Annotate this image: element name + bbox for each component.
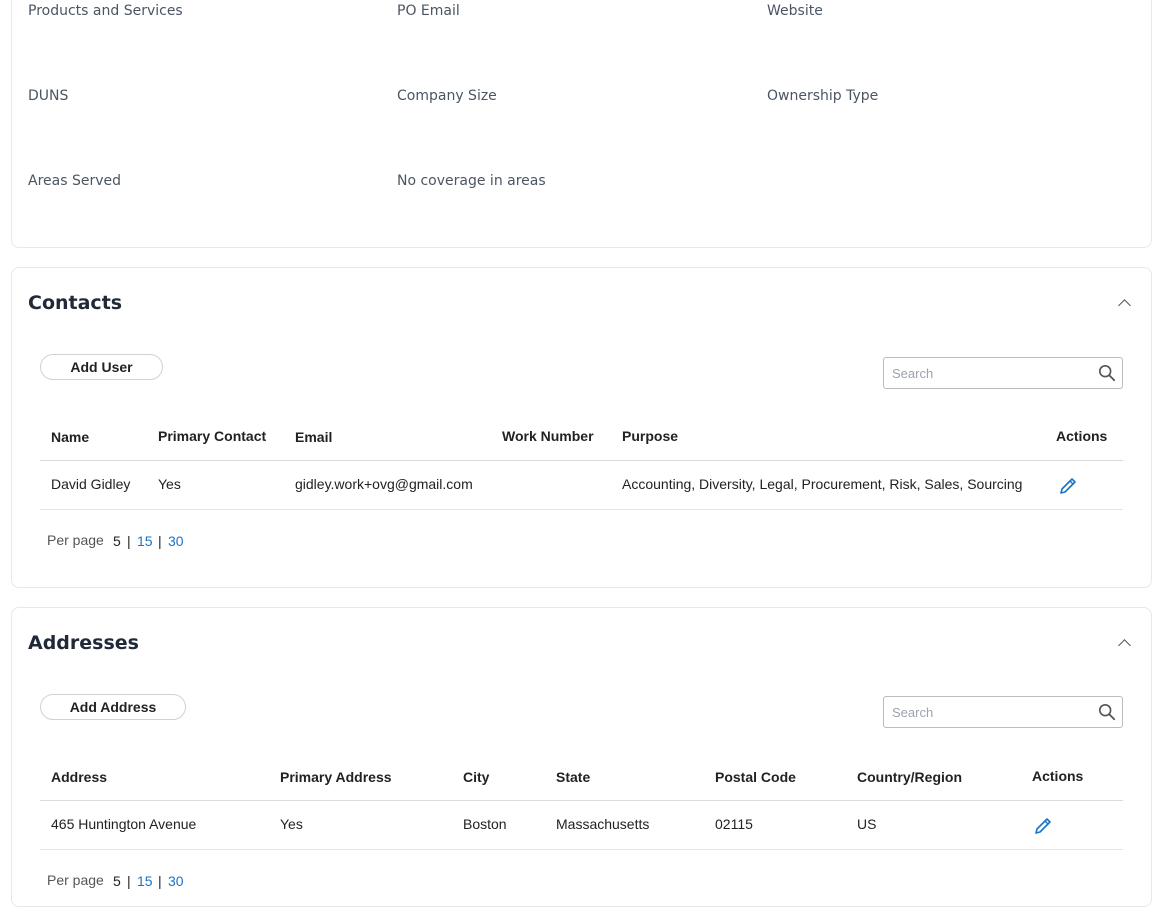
address-primary: Yes [280, 816, 303, 832]
contacts-title: Contacts [28, 292, 123, 314]
col-name: Name [51, 429, 90, 445]
col-country-region: Country/Region [857, 769, 962, 785]
chevron-up-icon[interactable] [1118, 299, 1131, 312]
per-page-15[interactable]: 15 [137, 533, 153, 549]
col-actions: Actions [1056, 428, 1108, 444]
company-size-label: Company Size [397, 88, 497, 104]
addresses-title: Addresses [28, 632, 139, 654]
col-city: City [463, 769, 490, 785]
areas-served-value: No coverage in areas [397, 173, 546, 189]
address-line: 465 Huntington Avenue [51, 816, 197, 832]
per-page-separator: | [127, 873, 131, 889]
per-page-label: Per page [47, 532, 104, 548]
per-page-5[interactable]: 5 [113, 533, 121, 549]
table-row: David Gidley Yes gidley.work+ovg@gmail.c… [40, 461, 1123, 510]
search-icon[interactable] [1098, 364, 1116, 382]
per-page-separator: | [158, 533, 162, 549]
per-page-15[interactable]: 15 [137, 873, 153, 889]
col-address: Address [51, 769, 108, 785]
addresses-pagination: Per page 5 | 15 | 30 [12, 872, 312, 892]
per-page-30[interactable]: 30 [168, 873, 184, 889]
col-work-number: Work Number [502, 428, 594, 444]
col-email: Email [295, 429, 333, 445]
col-primary-contact: Primary Contact [158, 428, 267, 444]
table-row: 465 Huntington Avenue Yes Boston Massach… [40, 801, 1123, 850]
contacts-table-header: Name Primary Contact Email Work Number P… [40, 416, 1123, 461]
address-country: US [857, 816, 877, 832]
products-services-label: Products and Services [28, 3, 183, 19]
po-email-label: PO Email [397, 3, 460, 19]
address-city: Boston [463, 816, 507, 832]
contacts-search [883, 357, 1123, 389]
search-icon[interactable] [1098, 703, 1116, 721]
col-purpose: Purpose [622, 428, 679, 444]
per-page-separator: | [127, 533, 131, 549]
per-page-label: Per page [47, 872, 104, 888]
ownership-type-label: Ownership Type [767, 88, 879, 104]
contacts-pagination: Per page 5 | 15 | 30 [12, 532, 312, 552]
add-user-button[interactable]: Add User [40, 354, 163, 380]
col-postal-code: Postal Code [715, 769, 796, 785]
contact-email: gidley.work+ovg@gmail.com [295, 476, 473, 492]
chevron-up-icon[interactable] [1118, 639, 1131, 652]
addresses-table-header: Address Primary Address City State Posta… [40, 756, 1123, 801]
website-label: Website [767, 3, 823, 19]
addresses-search-input[interactable] [884, 697, 1100, 727]
contacts-card: Contacts Add User Name Primary Contact E… [11, 267, 1152, 588]
contact-name: David Gidley [51, 476, 131, 492]
pencil-icon[interactable] [1058, 476, 1078, 496]
col-state: State [556, 769, 591, 785]
col-actions: Actions [1032, 768, 1084, 784]
address-postal-code: 02115 [715, 816, 753, 832]
duns-label: DUNS [28, 88, 69, 104]
per-page-30[interactable]: 30 [168, 533, 184, 549]
company-info-card: Products and Services PO Email Website D… [11, 0, 1152, 248]
pencil-icon[interactable] [1033, 816, 1053, 836]
add-address-button[interactable]: Add Address [40, 694, 186, 720]
contacts-search-input[interactable] [884, 358, 1100, 388]
contact-primary: Yes [158, 476, 181, 492]
addresses-search [883, 696, 1123, 728]
per-page-5[interactable]: 5 [113, 873, 121, 889]
areas-served-label: Areas Served [28, 173, 122, 189]
contact-purpose: Accounting, Diversity, Legal, Procuremen… [622, 476, 1023, 492]
addresses-card: Addresses Add Address Address Primary Ad… [11, 607, 1152, 907]
address-state: Massachusetts [556, 816, 650, 832]
col-primary-address: Primary Address [280, 769, 392, 785]
per-page-separator: | [158, 873, 162, 889]
